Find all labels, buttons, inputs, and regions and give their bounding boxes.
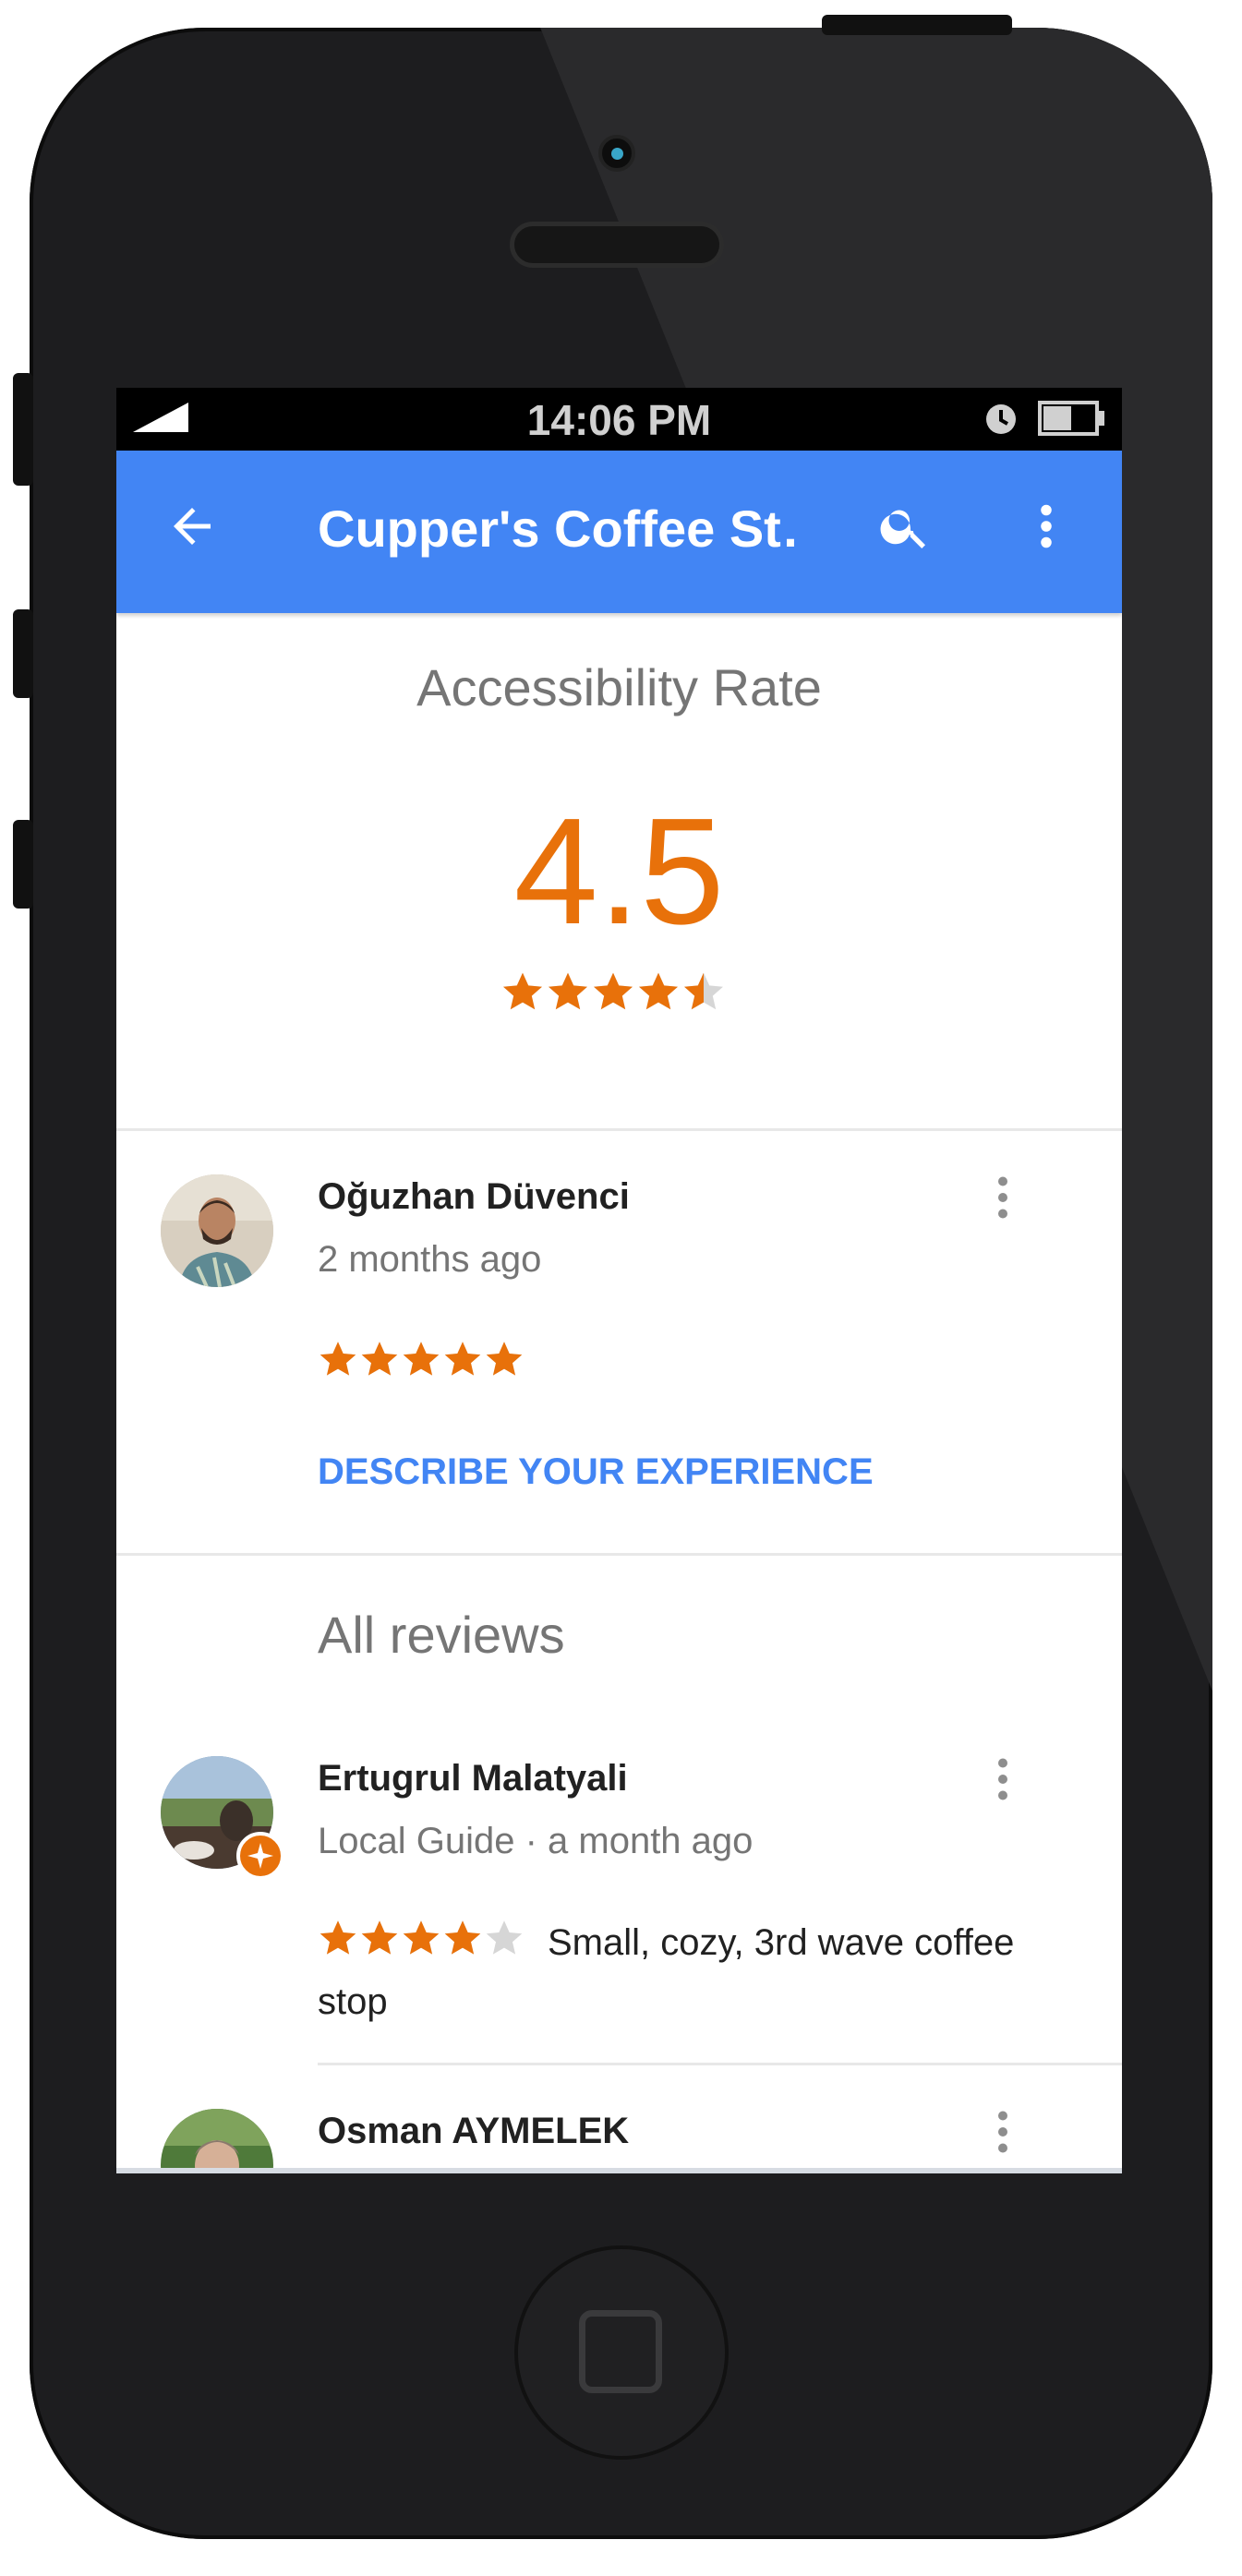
avatar[interactable] — [161, 2109, 273, 2173]
avatar[interactable] — [161, 1174, 273, 1287]
my-review-time: 2 months ago — [318, 1239, 542, 1280]
more-vert-icon[interactable] — [994, 2109, 1012, 2155]
review-author[interactable]: Osman AYMELEK — [318, 2111, 629, 2152]
divider — [318, 2063, 1122, 2065]
review-author[interactable]: Ertugrul Malatyali — [318, 1758, 628, 1800]
review-body: Small, cozy, 3rd wave coffee stop — [318, 1913, 1075, 2031]
review-stars — [318, 1918, 525, 1958]
star-icon — [403, 1920, 440, 1955]
home-square-icon — [579, 2310, 662, 2393]
my-review-stars[interactable] — [318, 1339, 525, 1379]
star-icon — [320, 1920, 356, 1955]
my-review-author[interactable]: Oğuzhan Düvenci — [318, 1176, 630, 1218]
accessibility-rate-title: Accessibility Rate — [416, 658, 822, 716]
accessibility-rating-stars — [500, 969, 727, 1014]
star-icon — [639, 972, 678, 1010]
battery-icon — [1038, 401, 1104, 436]
phone-screen: 14:06 PM Cupper's Coffee St… Accessibili… — [116, 388, 1122, 2173]
star-icon — [361, 1342, 398, 1376]
star-icon — [444, 1342, 481, 1376]
volume-up-button — [13, 609, 33, 698]
local-guide-badge-icon — [236, 1832, 284, 1880]
app-title: Cupper's Coffee St… — [318, 500, 798, 558]
review-meta: Local Guide · a month ago — [318, 1821, 754, 1861]
star-icon — [361, 1920, 398, 1955]
home-button[interactable] — [514, 2245, 729, 2460]
all-reviews-title: All reviews — [318, 1606, 565, 1664]
more-vert-icon[interactable] — [1032, 499, 1060, 554]
more-vert-icon[interactable] — [994, 1174, 1012, 1221]
front-camera — [598, 135, 635, 172]
star-icon — [503, 972, 542, 1010]
star-icon — [594, 972, 633, 1010]
divider — [116, 1128, 1122, 1131]
star-icon — [684, 972, 723, 1010]
star-icon — [486, 1342, 523, 1376]
star-icon — [320, 1342, 356, 1376]
describe-experience-link[interactable]: DESCRIBE YOUR EXPERIENCE — [318, 1451, 874, 1493]
status-time: 14:06 PM — [526, 396, 712, 444]
star-icon — [486, 1920, 523, 1955]
more-vert-icon[interactable] — [994, 1756, 1012, 1802]
app-bar: Cupper's Coffee St… — [116, 451, 1122, 613]
mute-switch — [13, 373, 33, 486]
alarm-clock-icon — [986, 404, 1016, 434]
volume-down-button — [13, 820, 33, 909]
power-button — [822, 15, 1012, 35]
bottom-edge — [116, 2168, 1122, 2173]
status-bar: 14:06 PM — [116, 388, 1122, 451]
accessibility-rate-value: 4.5 — [513, 787, 725, 956]
avatar-photo-icon — [161, 2109, 273, 2173]
avatar-photo-icon — [161, 1174, 273, 1287]
star-icon — [549, 972, 587, 1010]
back-arrow-icon[interactable] — [164, 499, 220, 554]
search-icon[interactable] — [877, 499, 933, 554]
divider — [116, 1553, 1122, 1556]
star-icon — [403, 1342, 440, 1376]
star-icon — [444, 1920, 481, 1955]
earpiece-speaker — [510, 222, 724, 268]
